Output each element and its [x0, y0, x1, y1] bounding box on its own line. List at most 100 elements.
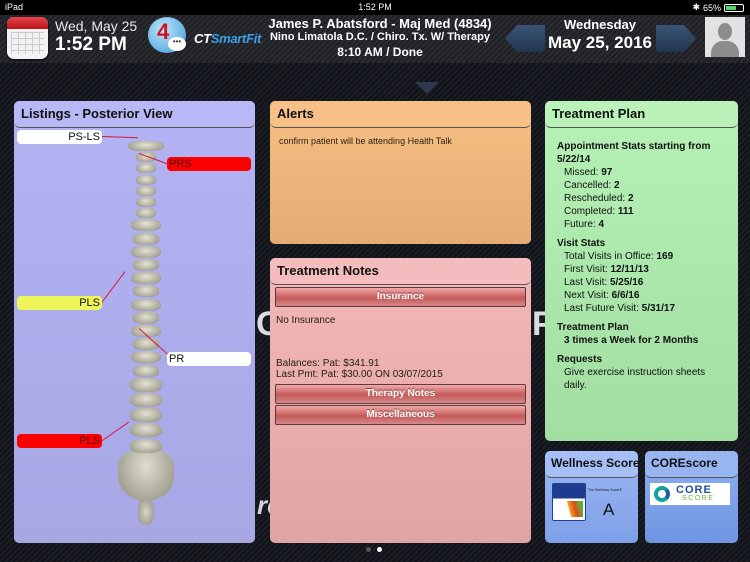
wellness-score-panel[interactable]: Wellness Score The Wellness Score® A [545, 451, 638, 543]
stat-value: 4 [598, 219, 605, 230]
messages-icon[interactable]: 4 ••• [148, 17, 186, 53]
vertebra [133, 364, 159, 377]
next-day-button[interactable] [656, 25, 696, 52]
treatment-plan-title: Treatment Plan [545, 101, 738, 128]
header-time: 1:52 PM [55, 34, 127, 55]
vertebra [130, 393, 162, 407]
alerts-panel: Alerts confirm patient will be attending… [270, 101, 531, 244]
vertebra [131, 351, 161, 364]
therapy-notes-button[interactable]: Therapy Notes [275, 384, 526, 404]
corescore-logo: CORE SCORE [650, 483, 730, 505]
calendar-icon[interactable] [7, 17, 48, 59]
listing-tag[interactable]: PLS [17, 434, 102, 448]
corescore-title: COREscore [645, 451, 738, 478]
brand-prefix: CT [194, 31, 211, 46]
stat-label: Rescheduled: [564, 193, 628, 204]
leader-line [101, 136, 138, 139]
sacrum [118, 451, 174, 501]
last-payment-text: Last Pmt: Pat: $30.00 ON 03/07/2015 [276, 369, 443, 380]
stat-value: 2 [627, 193, 634, 204]
appointment-stats-list: Missed: 97 Cancelled: 2 Rescheduled: 2 Comp… [557, 166, 726, 231]
appointment-stat-row: Completed: 111 [557, 205, 726, 218]
appointment-stat-row: Future: 4 [557, 218, 726, 231]
wellness-score-logo [552, 483, 586, 521]
page-indicator[interactable] [366, 547, 382, 552]
visit-stat-row: Last Visit: 5/25/16 [557, 276, 726, 289]
stat-label: First Visit: [564, 264, 611, 275]
listing-tag[interactable]: PS-LS [17, 130, 102, 144]
core-ring-icon [654, 486, 670, 502]
patient-avatar[interactable] [705, 17, 745, 57]
stat-label: Completed: [564, 206, 618, 217]
alerts-title: Alerts [270, 101, 531, 128]
watermark-triangle [415, 82, 439, 94]
listings-title: Listings - Posterior View [14, 101, 255, 128]
vertebra [130, 438, 162, 453]
stat-label: Last Future Visit: [564, 303, 642, 314]
stat-label: Last Visit: [564, 277, 610, 288]
previous-day-button[interactable] [505, 25, 545, 52]
visit-stats-heading: Visit Stats [557, 238, 606, 249]
treatment-plan-panel: Treatment Plan Appointment Stats startin… [545, 101, 738, 441]
chat-dots-icon: ••• [168, 37, 186, 51]
requests-value: Give exercise instruction sheets daily. [564, 367, 706, 391]
vertebra [131, 272, 161, 285]
listings-panel: Listings - Posterior View PS-LS PRS PLS … [14, 101, 255, 543]
treatment-notes-title: Treatment Notes [270, 258, 531, 285]
battery-fill [726, 5, 737, 10]
header-date: Wed, May 25 [55, 18, 138, 34]
vertebra [136, 208, 156, 219]
vertebra [131, 298, 161, 311]
insurance-text: No Insurance [276, 315, 336, 326]
day-of-week: Wednesday [563, 17, 636, 32]
stat-value: 6/6/16 [611, 290, 640, 301]
listing-tag[interactable]: PLS [17, 296, 102, 310]
app-header: Wed, May 25 1:52 PM 4 ••• CTSmartFit Jam… [0, 15, 750, 63]
vertebra [133, 259, 159, 271]
bluetooth-icon: ✱ [692, 2, 700, 12]
current-date: May 25, 2016 [548, 33, 652, 52]
vertebra [136, 174, 156, 185]
vertebra [133, 285, 159, 298]
alert-text: confirm patient will be attending Health… [279, 136, 452, 146]
plan-heading: Treatment Plan [557, 322, 629, 333]
page-dot[interactable] [377, 547, 382, 552]
stat-value: 5/31/17 [641, 303, 676, 314]
visit-stat-row: First Visit: 12/11/13 [557, 263, 726, 276]
stat-value: 111 [617, 206, 634, 217]
leader-line [100, 421, 130, 442]
appointment-status: 8:10 AM / Done [337, 45, 423, 59]
wellness-score-title: Wellness Score [545, 451, 638, 478]
corescore-panel[interactable]: COREscore CORE SCORE [645, 451, 738, 543]
wellness-grade: A [603, 500, 615, 519]
stat-label: Missed: [564, 167, 602, 178]
page-dot[interactable] [366, 547, 371, 552]
appointment-stat-row: Rescheduled: 2 [557, 192, 726, 205]
miscellaneous-button[interactable]: Miscellaneous [275, 405, 526, 425]
listing-tag[interactable]: PRS [167, 157, 251, 171]
stat-label: Next Visit: [564, 290, 612, 301]
plan-value: 3 times a Week for 2 Months [564, 335, 699, 346]
stat-value: 97 [601, 167, 613, 178]
insurance-button[interactable]: Insurance [275, 287, 526, 307]
vertebra [130, 408, 162, 423]
status-time: 1:52 PM [358, 2, 392, 12]
wellness-caption: The Wellness Score® [588, 488, 622, 492]
vertebra [130, 377, 162, 392]
requests-heading: Requests [557, 354, 603, 365]
treatment-notes-panel: Treatment Notes Insurance No Insurance B… [270, 258, 531, 543]
stat-label: Total Visits in Office: [564, 251, 657, 262]
visit-stat-row: Total Visits in Office: 169 [557, 250, 726, 263]
vertebra [133, 311, 159, 324]
stat-value: 2 [614, 180, 620, 191]
vertebra [136, 197, 156, 207]
appointment-stat-row: Missed: 97 [557, 166, 726, 179]
visit-stat-row: Last Future Visit: 5/31/17 [557, 302, 726, 315]
core-logo-bottom: SCORE [682, 495, 715, 502]
listing-tag[interactable]: PR [167, 352, 251, 366]
leader-line [100, 271, 126, 304]
provider-line: Nino Limatola D.C. / Chiro. Tx. W/ Thera… [269, 31, 491, 43]
vertebra [128, 141, 164, 151]
vertebra [136, 185, 156, 196]
patient-name[interactable]: James P. Abatsford - Maj Med (4834) [250, 16, 510, 31]
